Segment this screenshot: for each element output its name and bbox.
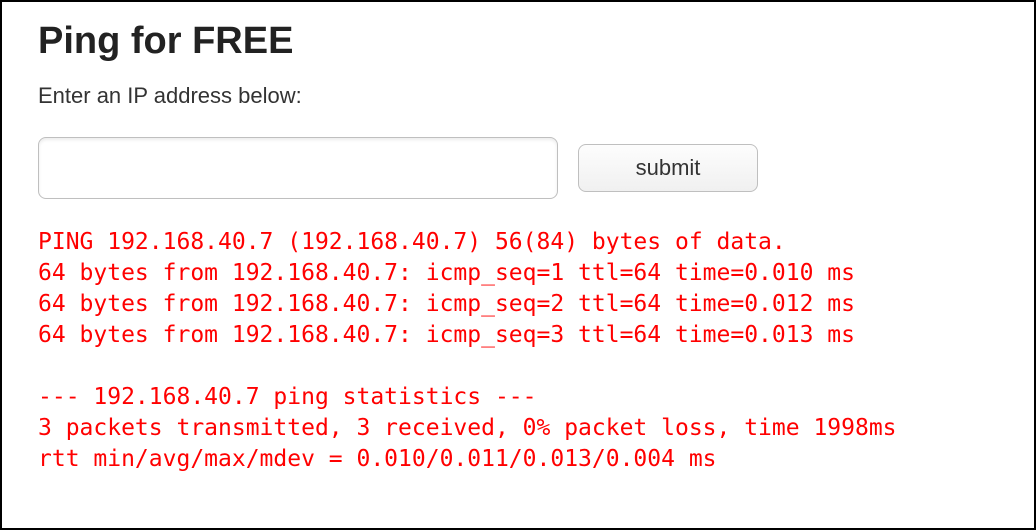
form-prompt: Enter an IP address below: <box>38 83 998 109</box>
ping-output: PING 192.168.40.7 (192.168.40.7) 56(84) … <box>38 227 998 475</box>
ip-input[interactable] <box>38 137 558 199</box>
page-title: Ping for FREE <box>38 20 998 63</box>
submit-button[interactable]: submit <box>578 144 758 192</box>
form-row: submit <box>38 137 998 199</box>
app-frame: Ping for FREE Enter an IP address below:… <box>0 0 1036 530</box>
